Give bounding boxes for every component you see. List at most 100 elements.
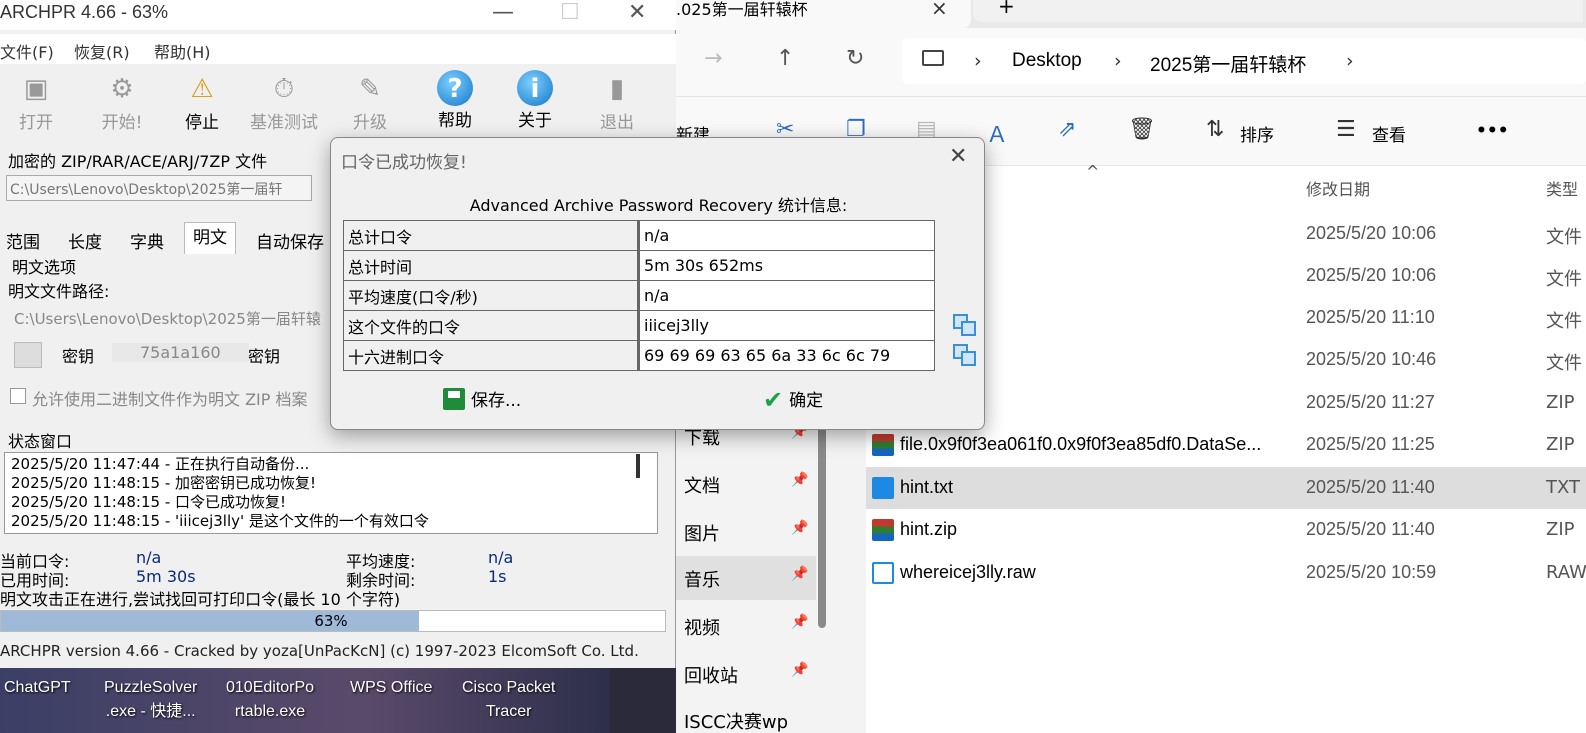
ok-button[interactable]: ✔ 确定 — [763, 386, 823, 414]
file-row[interactable]: hint.txt 2025/5/20 11:40 TXT — [866, 467, 1586, 509]
help-button[interactable]: ? 帮助 — [415, 70, 495, 131]
column-header-date[interactable]: 修改日期 — [1306, 176, 1370, 200]
menu-recovery[interactable]: 恢复(R) — [74, 39, 130, 63]
plaintext-group-label: 明文选项 — [12, 258, 77, 277]
archpr-titlebar[interactable]: ARCHPR 4.66 - 63% — ☐ ✕ — [0, 0, 676, 30]
exit-button[interactable]: ▮ 退出 — [577, 70, 657, 133]
tab-dictionary[interactable]: 字典 — [130, 228, 164, 253]
tab-range[interactable]: 范围 — [6, 228, 40, 253]
close-icon[interactable]: ✕ — [628, 0, 646, 25]
nav-item-videos[interactable]: 视频 📌 — [676, 604, 816, 648]
maximize-icon[interactable]: ☐ — [560, 0, 580, 25]
key-value[interactable]: 75a1a160 — [112, 343, 249, 362]
open-button[interactable]: ▣ 打开 — [0, 70, 76, 133]
plaintext-path-input[interactable]: C:\Users\Lenovo\Desktop\2025第一届轩辕 — [14, 308, 321, 329]
password-recovered-dialog: 口令已成功恢复! ✕ Advanced Archive Password Rec… — [330, 137, 985, 430]
desktop-icon-puzzlesolver[interactable]: PuzzleSolver .exe - 快捷... — [104, 676, 197, 724]
nav-item-documents[interactable]: 文档 📌 — [676, 462, 816, 506]
tab-close-icon[interactable]: × — [931, 0, 948, 20]
desktop-icon-cisco-packet-tracer[interactable]: Cisco Packet Tracer — [462, 676, 555, 724]
explorer-tab-title: .025第一届轩辕杯 — [676, 0, 808, 19]
up-arrow-icon[interactable]: ↑ — [776, 46, 794, 71]
new-tab-area: + — [973, 0, 1583, 22]
dialog-title: 口令已成功恢复! — [341, 153, 467, 173]
file-row[interactable]: hint.zip 2025/5/20 11:40 ZIP — [866, 509, 1586, 551]
key-label: 密钥 — [62, 347, 95, 366]
view-icon: ☰ — [1336, 117, 1356, 142]
image-file-icon — [872, 562, 894, 584]
status-log[interactable]: 2025/5/20 11:47:44 - 正在执行自动备份... 2025/5/… — [4, 452, 658, 534]
breadcrumb-desktop[interactable]: Desktop — [1012, 50, 1082, 72]
view-button[interactable]: 查看 — [1372, 121, 1406, 146]
pin-icon: 📌 — [791, 566, 809, 582]
stats-key: 十六进制口令 — [343, 340, 640, 371]
menu-file[interactable]: 文件(F) — [0, 39, 54, 63]
tab-autosave[interactable]: 自动保存 — [256, 228, 324, 253]
column-header-type[interactable]: 类型 — [1546, 176, 1578, 200]
explorer-tab[interactable]: .025第一届轩辕杯 × — [676, 0, 971, 28]
minimize-icon[interactable]: — — [492, 0, 514, 25]
computer-icon — [922, 50, 944, 66]
hex-password-value: 69 69 69 63 65 6a 33 6c 6c 79 — [638, 340, 935, 371]
winrar-archive-icon — [872, 519, 894, 541]
start-button[interactable]: ⚙ 开始! — [82, 70, 162, 133]
upgrade-icon: ✎ — [359, 74, 381, 104]
stats-table: 总计口令 n/a 总计时间 5m 30s 652ms 平均速度(口令/秒) n/a 这… — [343, 220, 935, 371]
allow-binary-checkbox[interactable] — [10, 388, 26, 404]
file-row[interactable]: file.0x9f0f3ea061f0.0x9f0f3ea85df0.DataS… — [866, 424, 1586, 466]
attack-info: 明文攻击正在进行,尝试找回可打印口令(最长 10 个字符) — [0, 590, 401, 609]
status-window-label: 状态窗口 — [8, 432, 73, 451]
window-title: ARCHPR 4.66 - 63% — [0, 2, 169, 22]
dialog-header: Advanced Archive Password Recovery 统计信息: — [469, 196, 848, 215]
delete-icon[interactable]: 🗑 — [1128, 117, 1156, 142]
stats-row: 平均速度(口令/秒) n/a — [343, 280, 935, 311]
forward-arrow-icon[interactable]: → — [704, 46, 722, 71]
address-bar[interactable]: › Desktop › 2025第一届轩辕杯 › — [902, 38, 1586, 84]
explorer-tab-bar: .025第一届轩辕杯 × + — [676, 0, 1586, 28]
explorer-nav-bar: → ↑ ↻ › Desktop › 2025第一届轩辕杯 › — [676, 28, 1586, 96]
copy-hex-icon[interactable] — [953, 344, 977, 366]
browse-folder-icon[interactable] — [14, 342, 42, 368]
desktop-icon-chatgpt[interactable]: ChatGPT — [4, 676, 71, 700]
about-button[interactable]: i 关于 — [495, 70, 575, 131]
elapsed-value: 5m 30s — [136, 567, 196, 586]
nav-item-music[interactable]: 音乐 📌 — [676, 556, 816, 600]
sort-icon: ⇅ — [1206, 117, 1225, 142]
tab-length[interactable]: 长度 — [68, 228, 102, 253]
breadcrumb-folder[interactable]: 2025第一届轩辕杯 — [1150, 50, 1306, 77]
new-tab-icon[interactable]: + — [998, 0, 1015, 18]
save-button[interactable]: 保存... — [443, 386, 521, 411]
toolbar: ▣ 打开 ⚙ 开始! ⚠ 停止 ⏱ 基准测试 ✎ 升级 ? 帮助 i 关于 ▮ 退出 — [0, 64, 676, 140]
nav-item-recycle-bin[interactable]: 回收站 📌 — [676, 652, 816, 696]
sort-button[interactable]: 排序 — [1240, 121, 1274, 146]
share-icon[interactable]: ⇗ — [1058, 117, 1076, 142]
log-line: 2025/5/20 11:48:15 - 口令已成功恢复! — [11, 493, 287, 511]
nav-item-pictures[interactable]: 图片 📌 — [676, 510, 816, 554]
stopwatch-icon: ⏱ — [273, 74, 295, 104]
more-options-button[interactable]: ••• — [1476, 121, 1509, 141]
file-row[interactable]: whereicej3lly.raw 2025/5/20 10:59 RAW — [866, 552, 1586, 594]
encrypted-file-label: 加密的 ZIP/RAR/ACE/ARJ/7ZP 文件 — [8, 152, 268, 171]
tab-plaintext[interactable]: 明文 — [184, 222, 236, 254]
pin-icon: 📌 — [791, 614, 809, 630]
stats-row: 这个文件的口令 iiicej3lly — [343, 310, 935, 341]
upgrade-button[interactable]: ✎ 升级 — [330, 70, 410, 133]
nav-scrollbar[interactable] — [818, 424, 826, 628]
breadcrumb-separator: › — [1346, 50, 1354, 72]
status-window-group: 状态窗口 2025/5/20 11:47:44 - 正在执行自动备份... 20… — [0, 424, 664, 544]
desktop-icon-010editor[interactable]: 010EditorPo rtable.exe — [226, 676, 314, 724]
nav-item-iscc[interactable]: ISCC决赛wp — [676, 698, 816, 733]
rename-icon[interactable]: Ａ — [986, 117, 1008, 149]
options-tabs: 范围 长度 字典 明文 自动保存 — [0, 222, 332, 254]
plaintext-options-panel: 明文选项 明文文件路径: C:\Users\Lenovo\Desktop\202… — [0, 254, 332, 414]
refresh-icon[interactable]: ↻ — [846, 46, 864, 71]
benchmark-button[interactable]: ⏱ 基准测试 — [244, 70, 324, 133]
copy-password-icon[interactable] — [953, 314, 977, 336]
stop-button[interactable]: ⚠ 停止 — [162, 70, 242, 133]
encrypted-file-input[interactable]: C:\Users\Lenovo\Desktop\2025第一届轩 — [6, 175, 312, 201]
dialog-close-icon[interactable]: ✕ — [949, 144, 967, 169]
log-scrollbar[interactable] — [636, 454, 640, 478]
menu-help[interactable]: 帮助(H) — [154, 39, 211, 63]
desktop-icon-wps-office[interactable]: WPS Office — [350, 676, 432, 700]
stats-key: 平均速度(口令/秒) — [343, 280, 640, 311]
